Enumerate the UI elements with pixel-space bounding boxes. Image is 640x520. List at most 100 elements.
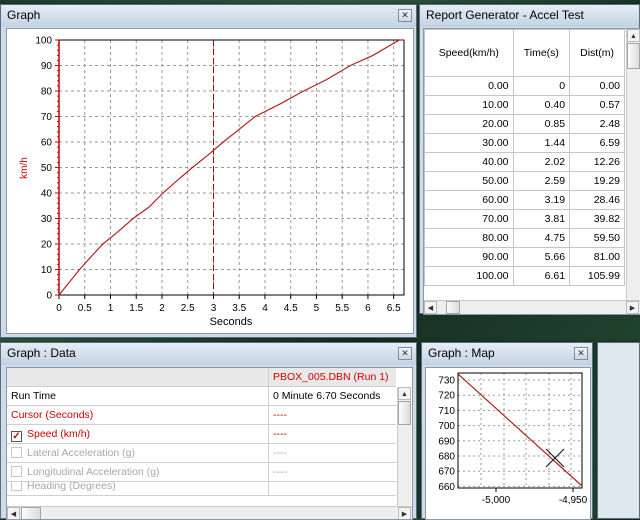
data-row-longitudinal[interactable]: Longitudinal Acceleration (g) ---- xyxy=(7,463,396,482)
report-row[interactable]: 20.00 0.85 2.48 xyxy=(424,114,625,134)
heading-checkbox[interactable] xyxy=(11,482,22,491)
report-vertical-scrollbar[interactable]: ▲ xyxy=(626,29,640,301)
scroll-left-arrow[interactable]: ◀ xyxy=(424,301,437,314)
data-row-label-wrap: Longitudinal Acceleration (g) xyxy=(7,463,269,481)
x-tick-label: 0 xyxy=(56,303,62,314)
map-y-tick-label: 710 xyxy=(438,406,455,417)
data-row-run-time[interactable]: Run Time 0 Minute 6.70 Seconds xyxy=(7,387,396,406)
lateral-checkbox[interactable] xyxy=(11,447,22,458)
cell-distance: 12.26 xyxy=(569,152,625,172)
scroll-thumb-horizontal[interactable] xyxy=(21,507,41,519)
scroll-right-arrow[interactable]: ▶ xyxy=(626,301,639,314)
graph-close-button[interactable]: ✕ xyxy=(398,9,412,22)
map-close-button[interactable]: ✕ xyxy=(574,347,588,360)
scroll-thumb[interactable] xyxy=(627,43,640,69)
data-row-label-wrap: Heading (Degrees) xyxy=(7,482,269,495)
data-row-value: ---- xyxy=(273,428,287,440)
y-tick-label: 60 xyxy=(41,138,53,149)
report-row[interactable]: 70.00 3.81 39.82 xyxy=(424,209,625,229)
cell-time: 1.44 xyxy=(512,133,571,153)
x-tick-label: 1.5 xyxy=(129,303,143,314)
track-path xyxy=(457,373,583,487)
data-row-heading[interactable]: Heading (Degrees) xyxy=(7,482,396,496)
report-row[interactable]: 80.00 4.75 59.50 xyxy=(424,228,625,248)
data-row-speed[interactable]: ✓ Speed (km/h) ---- xyxy=(7,425,396,444)
speed-checkbox[interactable]: ✓ xyxy=(11,431,22,442)
cell-speed: 50.00 xyxy=(424,171,514,191)
cell-time: 2.02 xyxy=(512,152,571,172)
accel-report-table: Speed(km/h) Time(s) Dist(m) 0.00 0 0.00 10.… xyxy=(424,29,625,286)
report-row[interactable]: 0.00 0 0.00 xyxy=(424,76,625,96)
cell-speed: 40.00 xyxy=(424,152,514,172)
scroll-thumb-horizontal[interactable] xyxy=(446,301,460,314)
report-row[interactable]: 90.00 5.66 81.00 xyxy=(424,247,625,267)
data-row-value: ---- xyxy=(273,447,287,459)
cell-speed: 80.00 xyxy=(424,228,514,248)
y-tick-label: 20 xyxy=(41,240,53,251)
x-tick-label: 0.5 xyxy=(78,303,92,314)
report-row[interactable]: 30.00 1.44 6.59 xyxy=(424,133,625,153)
map-chart[interactable]: 730 720 710 700 690 680 670 660 -5,000 -4,950 xyxy=(426,368,590,519)
cell-time: 0.85 xyxy=(512,114,571,134)
report-row[interactable]: 10.00 0.40 0.57 xyxy=(424,95,625,115)
x-tick-label: 5 xyxy=(314,303,320,314)
background-window xyxy=(597,342,640,519)
cell-speed: 70.00 xyxy=(424,209,514,229)
header-distance[interactable]: Dist(m) xyxy=(569,29,625,77)
y-axis-label: km/h xyxy=(19,157,30,179)
y-tick-label: 100 xyxy=(35,36,52,47)
cell-time: 4.75 xyxy=(512,228,571,248)
data-row-cursor[interactable]: Cursor (Seconds) ---- xyxy=(7,406,396,425)
x-axis-label: Seconds xyxy=(210,316,253,328)
data-vertical-scrollbar[interactable]: ▲ xyxy=(397,387,411,506)
cell-time: 3.81 xyxy=(512,209,571,229)
data-row-label: Speed (km/h) xyxy=(27,428,91,440)
scroll-thumb[interactable] xyxy=(398,401,411,425)
data-grid-panel: PBOX_005.DBN (Run 1) Run Time 0 Minute 6… xyxy=(6,367,413,520)
x-tick-label: 4.5 xyxy=(284,303,298,314)
data-row-label: Lateral Acceleration (g) xyxy=(27,447,135,459)
cell-distance: 19.29 xyxy=(569,171,625,191)
cell-distance: 0.00 xyxy=(569,76,625,96)
x-tick-label: 2.5 xyxy=(181,303,195,314)
report-row[interactable]: 60.00 3.19 28.46 xyxy=(424,190,625,210)
y-tick-label: 40 xyxy=(41,189,53,200)
cell-distance: 81.00 xyxy=(569,247,625,267)
y-tick-label: 70 xyxy=(41,112,53,123)
data-row-value: ---- xyxy=(273,466,287,478)
data-close-button[interactable]: ✕ xyxy=(398,347,412,360)
data-row-label-wrap: Lateral Acceleration (g) xyxy=(7,444,269,462)
x-tick-label: 5.5 xyxy=(335,303,349,314)
scroll-up-arrow[interactable]: ▲ xyxy=(627,29,640,42)
data-row-value: ---- xyxy=(273,409,287,421)
report-row[interactable]: 50.00 2.59 19.29 xyxy=(424,171,625,191)
cell-speed: 60.00 xyxy=(424,190,514,210)
scroll-right-arrow[interactable]: ▶ xyxy=(398,507,411,519)
longitudinal-checkbox[interactable] xyxy=(11,466,22,477)
y-tick-label: 0 xyxy=(46,291,52,302)
y-tick-label: 50 xyxy=(41,163,53,174)
speed-chart[interactable]: 0 10 20 30 40 50 60 70 80 90 100 0 0.5 1 1.5 2 2.5 3 3.5 4… xyxy=(7,29,413,333)
report-horizontal-scrollbar[interactable]: ◀ ▶ xyxy=(424,300,640,314)
data-row-lateral[interactable]: Lateral Acceleration (g) ---- xyxy=(7,444,396,463)
map-y-tick-label: 700 xyxy=(438,421,455,432)
report-window: Report Generator - Accel Test Speed(km/h… xyxy=(419,4,640,315)
data-window: Graph : Data ✕ PBOX_005.DBN (Run 1) Run … xyxy=(0,342,417,520)
scroll-left-arrow[interactable]: ◀ xyxy=(7,507,20,519)
header-time[interactable]: Time(s) xyxy=(512,29,571,77)
graph-plot-panel: 0 10 20 30 40 50 60 70 80 90 100 0 0.5 1 1.5 2 2.5 3 3.5 4… xyxy=(6,28,414,334)
report-row[interactable]: 100.00 6.61 105.99 xyxy=(424,266,625,286)
map-y-tick-label: 680 xyxy=(438,452,455,463)
scroll-up-arrow[interactable]: ▲ xyxy=(398,387,411,400)
cell-distance: 2.48 xyxy=(569,114,625,134)
data-row-label-wrap: ✓ Speed (km/h) xyxy=(7,425,269,443)
map-y-tick-label: 730 xyxy=(438,376,455,387)
cell-distance: 59.50 xyxy=(569,228,625,248)
report-table-panel: Speed(km/h) Time(s) Dist(m) 0.00 0 0.00 10.… xyxy=(423,28,640,315)
data-horizontal-scrollbar[interactable]: ◀ ▶ xyxy=(7,506,412,519)
data-row-label: Cursor (Seconds) xyxy=(7,406,269,424)
header-speed[interactable]: Speed(km/h) xyxy=(424,29,514,77)
cell-speed: 10.00 xyxy=(424,95,514,115)
report-row[interactable]: 40.00 2.02 12.26 xyxy=(424,152,625,172)
cell-distance: 28.46 xyxy=(569,190,625,210)
